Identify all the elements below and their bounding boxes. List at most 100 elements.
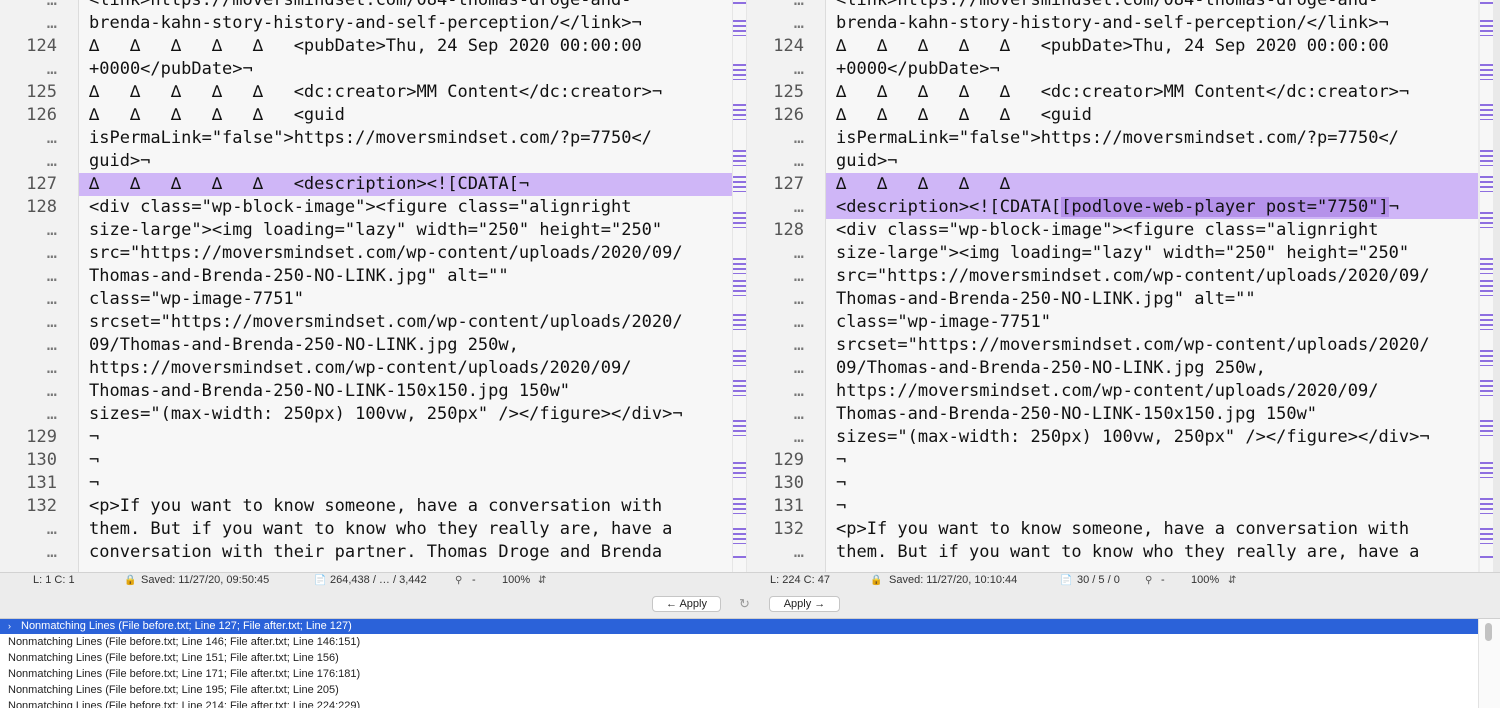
change-marker[interactable] bbox=[733, 350, 746, 366]
chevron-updown-icon[interactable]: ⇵ bbox=[1228, 573, 1236, 588]
editor-line[interactable]: … brenda-kahn-story-history-and-self-perc… bbox=[0, 12, 732, 35]
apply-left-button[interactable]: ← Apply bbox=[652, 596, 721, 612]
change-marker[interactable] bbox=[1480, 280, 1493, 296]
code-text[interactable]: class="wp-image-7751" bbox=[79, 288, 732, 311]
editor-line[interactable]: … size-large"><img loading="lazy" width="… bbox=[0, 219, 732, 242]
zoom-level[interactable]: 100% bbox=[1191, 573, 1219, 588]
document-icon[interactable]: 📄 bbox=[314, 573, 326, 588]
code-text[interactable]: ∆ ∆ ∆ ∆ ∆ <dc:creator>MM Content</dc:cre… bbox=[79, 81, 732, 104]
code-text[interactable]: ¬ bbox=[79, 426, 732, 449]
change-marker[interactable] bbox=[733, 258, 746, 274]
change-marker[interactable] bbox=[1480, 150, 1493, 166]
code-text[interactable]: <div class="wp-block-image"><figure clas… bbox=[826, 219, 1478, 242]
lock-icon[interactable]: 🔒 bbox=[124, 573, 136, 588]
code-text[interactable]: size-large"><img loading="lazy" width="2… bbox=[826, 242, 1478, 265]
code-text[interactable]: ¬ bbox=[826, 472, 1478, 495]
difference-item[interactable]: Nonmatching Lines (File before.txt; Line… bbox=[0, 682, 1478, 698]
editor-line[interactable]: … Thomas-and-Brenda-250-NO-LINK-150x150.j… bbox=[747, 403, 1478, 426]
editor-line[interactable]: … class="wp-image-7751" bbox=[0, 288, 732, 311]
code-text[interactable]: 09/Thomas-and-Brenda-250-NO-LINK.jpg 250… bbox=[79, 334, 732, 357]
code-text[interactable]: Thomas-and-Brenda-250-NO-LINK.jpg" alt="… bbox=[826, 288, 1478, 311]
editor-line[interactable]: 131 ¬ bbox=[0, 472, 732, 495]
editor-line[interactable]: 129 ¬ bbox=[747, 449, 1478, 472]
editor-line[interactable]: … size-large"><img loading="lazy" width="… bbox=[747, 242, 1478, 265]
editor-line[interactable]: … <description><![CDATA[[podlove-web-play… bbox=[747, 196, 1478, 219]
code-text[interactable]: brenda-kahn-story-history-and-self-perce… bbox=[79, 12, 732, 35]
editor-line[interactable]: 132 <p>If you want to know someone, have … bbox=[0, 495, 732, 518]
change-marker[interactable] bbox=[1480, 212, 1493, 228]
editor-line[interactable]: … srcset="https://moversmindset.com/wp-co… bbox=[747, 334, 1478, 357]
change-marker[interactable] bbox=[1480, 2, 1493, 4]
code-text[interactable]: srcset="https://moversmindset.com/wp-con… bbox=[79, 311, 732, 334]
change-marker[interactable] bbox=[1480, 176, 1493, 192]
code-text[interactable]: them. But if you want to know who they r… bbox=[79, 518, 732, 541]
zoom-level[interactable]: 100% bbox=[502, 573, 530, 588]
change-marker[interactable] bbox=[1480, 556, 1493, 558]
editor-line[interactable]: … src="https://moversmindset.com/wp-conte… bbox=[747, 265, 1478, 288]
editor-line[interactable]: … them. But if you want to know who they … bbox=[747, 541, 1478, 564]
code-text[interactable]: srcset="https://moversmindset.com/wp-con… bbox=[826, 334, 1478, 357]
code-text[interactable]: https://moversmindset.com/wp-content/upl… bbox=[826, 380, 1478, 403]
code-text[interactable]: ∆ ∆ ∆ ∆ ∆ <description><![CDATA[¬ bbox=[79, 173, 732, 196]
change-marker[interactable] bbox=[733, 64, 746, 80]
editor-line[interactable]: 127 ∆ ∆ ∆ ∆ ∆ <description><![CDATA[¬ bbox=[0, 173, 732, 196]
change-marker[interactable] bbox=[1480, 258, 1493, 274]
editor-line[interactable]: … sizes="(max-width: 250px) 100vw, 250px"… bbox=[747, 426, 1478, 449]
change-marker[interactable] bbox=[733, 20, 746, 36]
editor-line[interactable]: … Thomas-and-Brenda-250-NO-LINK.jpg" alt=… bbox=[747, 288, 1478, 311]
editor-line[interactable]: 129 ¬ bbox=[0, 426, 732, 449]
code-text[interactable]: Thomas-and-Brenda-250-NO-LINK-150x150.jp… bbox=[826, 403, 1478, 426]
editor-line[interactable]: … class="wp-image-7751" bbox=[747, 311, 1478, 334]
code-text[interactable]: ∆ ∆ ∆ ∆ ∆ <dc:creator>MM Content</dc:cre… bbox=[826, 81, 1478, 104]
scroll-thumb[interactable] bbox=[1485, 623, 1492, 641]
code-text[interactable]: +0000</pubDate>¬ bbox=[826, 58, 1478, 81]
change-marker[interactable] bbox=[1480, 104, 1493, 120]
code-text[interactable]: src="https://moversmindset.com/wp-conten… bbox=[79, 242, 732, 265]
change-marker[interactable] bbox=[733, 498, 746, 514]
change-marker[interactable] bbox=[1480, 528, 1493, 544]
change-marker[interactable] bbox=[733, 2, 746, 4]
editor-line[interactable]: … +0000</pubDate>¬ bbox=[747, 58, 1478, 81]
code-text[interactable]: ¬ bbox=[79, 472, 732, 495]
code-text[interactable]: <div class="wp-block-image"><figure clas… bbox=[79, 196, 732, 219]
code-text[interactable]: <p>If you want to know someone, have a c… bbox=[79, 495, 732, 518]
chevron-updown-icon[interactable]: ⇵ bbox=[538, 573, 546, 588]
change-marker[interactable] bbox=[733, 380, 746, 396]
code-text[interactable]: +0000</pubDate>¬ bbox=[79, 58, 732, 81]
difference-item[interactable]: Nonmatching Lines (File before.txt; Line… bbox=[0, 634, 1478, 650]
code-text[interactable]: guid>¬ bbox=[826, 150, 1478, 173]
code-text[interactable]: src="https://moversmindset.com/wp-conten… bbox=[826, 265, 1478, 288]
change-marker[interactable] bbox=[1480, 380, 1493, 396]
editor-line[interactable]: … src="https://moversmindset.com/wp-conte… bbox=[0, 242, 732, 265]
code-text[interactable]: class="wp-image-7751" bbox=[826, 311, 1478, 334]
editor-line[interactable]: 126 ∆ ∆ ∆ ∆ ∆ <guid bbox=[0, 104, 732, 127]
editor-line[interactable]: … conversation with their partner. Thomas… bbox=[0, 541, 732, 564]
right-change-bar[interactable] bbox=[1480, 0, 1493, 572]
code-text[interactable]: them. But if you want to know who they r… bbox=[826, 541, 1478, 564]
change-marker[interactable] bbox=[733, 150, 746, 166]
editor-line[interactable]: … sizes="(max-width: 250px) 100vw, 250px"… bbox=[0, 403, 732, 426]
difference-item[interactable]: › Nonmatching Lines (File before.txt; Lin… bbox=[0, 619, 1478, 634]
change-marker[interactable] bbox=[1480, 20, 1493, 36]
document-icon[interactable]: 📄 bbox=[1060, 573, 1072, 588]
editor-line[interactable]: … <link>https://moversmindset.com/084-tho… bbox=[747, 0, 1478, 12]
code-text[interactable]: 09/Thomas-and-Brenda-250-NO-LINK.jpg 250… bbox=[826, 357, 1478, 380]
change-marker[interactable] bbox=[1480, 462, 1493, 478]
editor-line[interactable]: 127 ∆ ∆ ∆ ∆ ∆ bbox=[747, 173, 1478, 196]
editor-line[interactable]: … Thomas-and-Brenda-250-NO-LINK-150x150.j… bbox=[0, 380, 732, 403]
editor-line[interactable]: … <link>https://moversmindset.com/084-tho… bbox=[0, 0, 732, 12]
code-text[interactable]: <link>https://moversmindset.com/084-thom… bbox=[826, 0, 1478, 12]
change-marker[interactable] bbox=[1480, 350, 1493, 366]
lock-icon[interactable]: 🔒 bbox=[870, 573, 882, 588]
change-marker[interactable] bbox=[1480, 64, 1493, 80]
editor-line[interactable]: 130 ¬ bbox=[747, 472, 1478, 495]
code-text[interactable]: <p>If you want to know someone, have a c… bbox=[826, 518, 1478, 541]
editor-line[interactable]: … Thomas-and-Brenda-250-NO-LINK.jpg" alt=… bbox=[0, 265, 732, 288]
magnifier-icon[interactable]: ⚲ bbox=[1145, 573, 1152, 588]
code-text[interactable]: sizes="(max-width: 250px) 100vw, 250px" … bbox=[79, 403, 732, 426]
change-marker[interactable] bbox=[733, 556, 746, 558]
editor-line[interactable]: … guid>¬ bbox=[747, 150, 1478, 173]
editor-line[interactable]: 128 <div class="wp-block-image"><figure c… bbox=[0, 196, 732, 219]
editor-line[interactable]: … https://moversmindset.com/wp-content/up… bbox=[747, 380, 1478, 403]
change-marker[interactable] bbox=[733, 462, 746, 478]
